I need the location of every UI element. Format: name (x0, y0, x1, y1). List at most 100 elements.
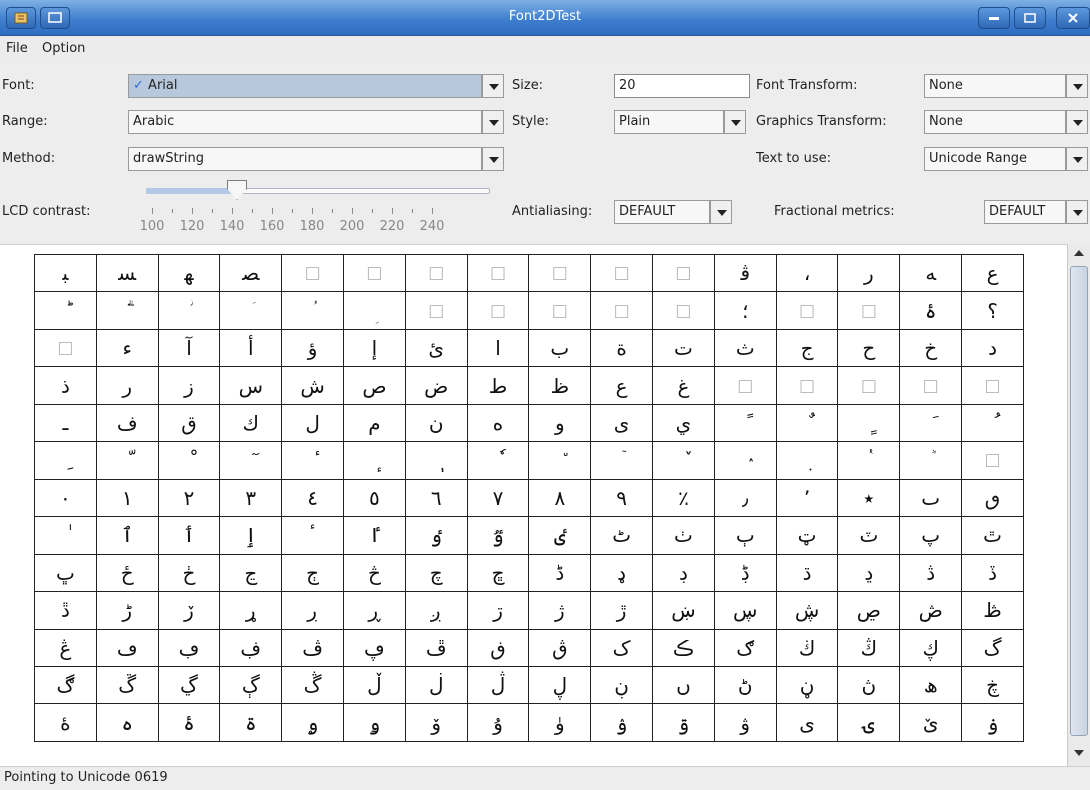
glyph-cell[interactable]: ﺴ (95, 253, 159, 293)
glyph-cell[interactable]: ۏ (961, 703, 1024, 742)
glyph-cell[interactable]: ة (590, 328, 654, 368)
glyph-cell[interactable]: ڱ (95, 665, 159, 705)
glyph-cell[interactable]: ڇ (466, 553, 530, 593)
glyph-cell[interactable]: ٳ (219, 516, 283, 555)
glyph-cell[interactable]: ـ (34, 403, 97, 443)
glyph-cell[interactable]: ۂ (899, 291, 963, 330)
glyph-cell[interactable]: ژ (528, 591, 592, 630)
glyph-cell[interactable]: ڏ (961, 553, 1024, 593)
glyph-cell[interactable]: گ (961, 628, 1024, 667)
glyph-cell[interactable]: ط (466, 366, 530, 405)
glyph-cell[interactable]: ڻ (713, 665, 777, 705)
glyph-cell[interactable]: □ (528, 291, 592, 330)
glyph-cell[interactable]: ذ (34, 366, 97, 405)
glyph-grid[interactable]: ﺒﺴﻬﺼ□□□□□□□ﭬ،ﺭﻪﻉؘؙؚؕؖؗ□□□□□؛□□ۂ؟□ءآأؤإئا… (34, 253, 1024, 742)
antialiasing-combo[interactable]: DEFAULT (614, 200, 710, 224)
glyph-cell[interactable]: ُ (961, 403, 1024, 443)
glyph-cell[interactable]: ٫ (713, 478, 777, 518)
scroll-up-arrow[interactable] (1068, 244, 1090, 262)
glyph-cell[interactable]: ٨ (528, 478, 592, 518)
glyph-cell[interactable]: ن (404, 403, 468, 443)
glyph-cell[interactable]: ڼ (775, 665, 839, 705)
glyph-cell[interactable]: □ (775, 366, 839, 405)
glyph-cell[interactable]: ٚ (652, 441, 715, 480)
glyph-cell[interactable]: ڊ (652, 553, 715, 593)
glyph-cell[interactable]: ك (219, 403, 283, 443)
range-combo[interactable]: Arabic (128, 110, 482, 134)
glyph-cell[interactable]: ٰ (34, 516, 97, 555)
glyph-cell[interactable]: ڴ (281, 665, 345, 705)
glyph-cell[interactable]: ٓ (219, 441, 283, 480)
glyph-cell[interactable]: ڒ (157, 591, 221, 630)
glyph-cell[interactable]: م (343, 403, 406, 443)
glyph-cell[interactable]: د (961, 328, 1024, 368)
glyph-canvas[interactable]: ﺒﺴﻬﺼ□□□□□□□ﭬ،ﺭﻪﻉؘؙؚؕؖؗ□□□□□؛□□ۂ؟□ءآأؤإئا… (0, 244, 1090, 766)
glyph-cell[interactable]: ؘ (219, 291, 283, 330)
glyph-cell[interactable]: □ (961, 441, 1024, 480)
glyph-cell[interactable]: ت (652, 328, 715, 368)
glyph-cell[interactable]: ٶ (404, 516, 468, 555)
glyph-cell[interactable]: ڪ (652, 628, 715, 667)
glyph-cell[interactable]: ؗ (157, 291, 221, 330)
glyph-cell[interactable]: ٢ (157, 478, 221, 518)
glyph-cell[interactable]: پ (899, 516, 963, 555)
glyph-cell[interactable]: ڃ (219, 553, 283, 593)
glyph-cell[interactable]: ۉ (590, 703, 654, 742)
glyph-cell[interactable]: □ (961, 366, 1024, 405)
glyph-cell[interactable]: إ (343, 328, 406, 368)
glyph-cell[interactable]: ه (466, 403, 530, 443)
glyph-cell[interactable]: أ (219, 328, 283, 368)
glyph-cell[interactable]: ڠ (34, 628, 97, 667)
glyph-cell[interactable]: ا (466, 328, 530, 368)
glyph-cell[interactable]: ۄ (281, 703, 345, 742)
text-to-use-combo[interactable]: Unicode Range (924, 147, 1066, 171)
glyph-cell[interactable]: ظ (528, 366, 592, 405)
glyph-cell[interactable]: ڿ (961, 665, 1024, 705)
glyph-cell[interactable]: ٵ (343, 516, 406, 555)
glyph-cell[interactable]: ح (837, 328, 901, 368)
glyph-cell[interactable]: □ (404, 253, 468, 293)
glyph-cell[interactable]: □ (466, 291, 530, 330)
glyph-cell[interactable]: □ (590, 253, 654, 293)
glyph-cell[interactable]: ص (343, 366, 406, 405)
glyph-cell[interactable]: ڕ (343, 591, 406, 630)
glyph-cell[interactable]: ړ (219, 591, 283, 630)
glyph-cell[interactable]: ٣ (219, 478, 283, 518)
glyph-cell[interactable]: ب (528, 328, 592, 368)
glyph-cell[interactable]: ﺭ (837, 253, 901, 293)
glyph-cell[interactable]: ځ (95, 553, 159, 593)
glyph-cell[interactable]: ڳ (219, 665, 283, 705)
glyph-cell[interactable]: ٯ (961, 478, 1024, 518)
glyph-cell[interactable]: ګ (713, 628, 777, 667)
glyph-cell[interactable]: ٖ (404, 441, 468, 480)
glyph-cell[interactable]: ﭬ (713, 253, 777, 293)
glyph-cell[interactable]: □ (281, 253, 345, 293)
glyph-cell[interactable]: ؖ (95, 291, 159, 330)
glyph-cell[interactable]: ٺ (652, 516, 715, 555)
glyph-cell[interactable]: ڸ (528, 665, 592, 705)
glyph-cell[interactable]: ږ (404, 591, 468, 630)
glyph-cell[interactable]: ۊ (652, 703, 715, 742)
font-combo[interactable]: ✓ Arial (128, 74, 482, 98)
glyph-cell[interactable]: ﻉ (961, 253, 1024, 293)
glyph-cell[interactable]: خ (899, 328, 963, 368)
method-dropdown-arrow[interactable] (482, 147, 504, 171)
glyph-cell[interactable]: ل (281, 403, 345, 443)
glyph-cell[interactable]: □ (34, 328, 97, 368)
glyph-cell[interactable]: ں (652, 665, 715, 705)
glyph-cell[interactable]: ڤ (281, 628, 345, 667)
glyph-cell[interactable]: ٥ (343, 478, 406, 518)
glyph-cell[interactable]: ڋ (713, 553, 777, 593)
glyph-cell[interactable]: ڂ (157, 553, 221, 593)
glyph-cell[interactable]: ڈ (528, 553, 592, 593)
text-to-use-dropdown-arrow[interactable] (1066, 147, 1088, 171)
glyph-cell[interactable]: ڙ (590, 591, 654, 630)
fractional-metrics-dropdown-arrow[interactable] (1066, 200, 1088, 224)
vertical-scrollbar[interactable] (1067, 244, 1090, 766)
glyph-cell[interactable]: ٌ (775, 403, 839, 443)
glyph-cell[interactable]: ؛ (713, 291, 777, 330)
glyph-cell[interactable]: ټ (775, 516, 839, 555)
glyph-cell[interactable]: چ (404, 553, 468, 593)
scrollbar-thumb[interactable] (1070, 266, 1088, 736)
glyph-cell[interactable]: ڰ (34, 665, 97, 705)
